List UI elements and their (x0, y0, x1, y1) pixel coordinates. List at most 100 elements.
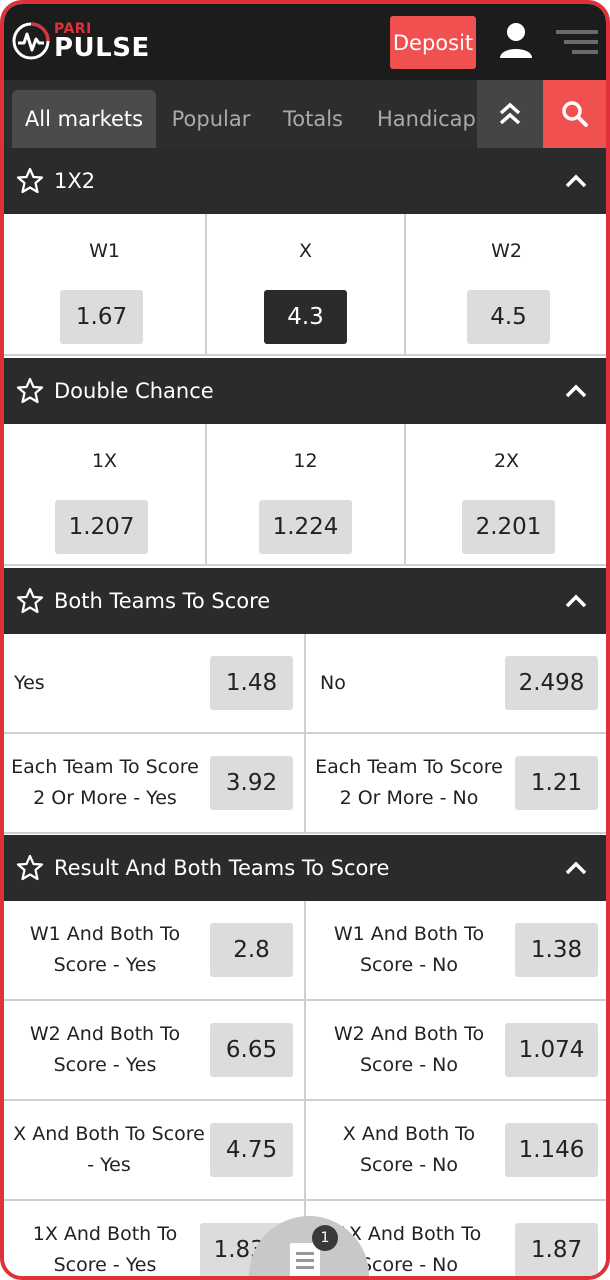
label-line: Score - No (360, 1054, 458, 1076)
collapse-all-button[interactable] (477, 80, 543, 148)
outcome-label: X And Both To Score - No (314, 1101, 504, 1199)
odd-button[interactable]: 1.67 (60, 290, 143, 344)
chevron-up-icon[interactable] (564, 170, 588, 192)
market-header-1x2[interactable]: 1X2 (4, 148, 606, 214)
market-tabs: All markets Popular Totals Handicaps (4, 80, 606, 148)
market-header-both-teams-to-score[interactable]: Both Teams To Score (4, 568, 606, 634)
label-line: W1 And Both To (29, 923, 181, 945)
outcome-label: W2 And Both To Score - Yes (10, 1001, 200, 1099)
label-line: Each Team To Score (315, 756, 503, 778)
star-icon[interactable] (16, 377, 44, 405)
outcome-label: Yes (14, 671, 45, 694)
outcome-label: X (298, 240, 313, 262)
outcome-label: No (320, 671, 346, 694)
outcome-label: Each Team To Score 2 Or More - Yes (10, 734, 200, 832)
deposit-button[interactable]: Deposit (390, 16, 476, 69)
odd-button[interactable]: 2.498 (505, 656, 598, 710)
outcome-cell: Yes 1.48 (4, 634, 306, 732)
label-line: 2 Or More - Yes (33, 787, 177, 809)
outcome-label: W2 And Both To Score - No (314, 1001, 504, 1099)
outcome-cell: W1 And Both To Score - No 1.38 (306, 901, 606, 999)
outcome-label: X And Both To Score - Yes (10, 1101, 208, 1199)
market-title: Both Teams To Score (54, 589, 271, 613)
label-line: Each Team To Score (11, 756, 199, 778)
outcome-label: 1X And Both To Score - Yes (10, 1201, 200, 1276)
market-row: Each Team To Score 2 Or More - Yes 3.92 E… (4, 734, 606, 834)
odd-button[interactable]: 2.201 (462, 500, 555, 554)
outcome-cell: X And Both To Score - Yes 4.75 (4, 1101, 306, 1199)
outcome-label: W1 And Both To Score - Yes (10, 901, 200, 999)
label-line: Score - No (359, 1254, 458, 1276)
label-line: Score - Yes (53, 1054, 157, 1076)
odd-button[interactable]: 6.65 (210, 1023, 293, 1077)
search-button[interactable] (543, 80, 606, 148)
betslip-count-badge: 1 (312, 1225, 338, 1251)
tab-totals[interactable]: Totals (270, 90, 356, 148)
label-line: Score - Yes (53, 1254, 157, 1276)
market-row: 1X 1.207 12 1.224 2X 2.201 (4, 424, 606, 566)
tab-all-markets[interactable]: All markets (12, 90, 156, 148)
label-line: X And Both To Score (13, 1123, 205, 1145)
outcome-label: Each Team To Score 2 Or More - No (314, 734, 504, 832)
odd-button[interactable]: 2.8 (210, 923, 293, 977)
odd-button[interactable]: 1.87 (515, 1223, 598, 1276)
odd-button[interactable]: 3.92 (210, 756, 293, 810)
odd-button[interactable]: 1.207 (55, 500, 148, 554)
chevron-up-icon[interactable] (564, 380, 588, 402)
app-frame: PARI PULSE Deposit All markets Popular T… (0, 0, 610, 1280)
market-header-result-and-btts[interactable]: Result And Both Teams To Score (4, 835, 606, 901)
outcome-cell: X 4.3 (205, 214, 406, 354)
market-title: Result And Both Teams To Score (54, 856, 390, 880)
market-header-double-chance[interactable]: Double Chance (4, 358, 606, 424)
odd-button[interactable]: 1.224 (259, 500, 352, 554)
tab-handicaps[interactable]: Handicaps (368, 90, 476, 148)
outcome-cell: 12 1.224 (205, 424, 406, 564)
tab-popular[interactable]: Popular (164, 90, 258, 148)
outcome-cell: W1 1.67 (4, 214, 205, 354)
outcome-cell: W2 And Both To Score - Yes 6.65 (4, 1001, 306, 1099)
outcome-label: 12 (293, 450, 318, 472)
outcome-label: 1X (91, 450, 118, 472)
star-icon[interactable] (16, 587, 44, 615)
odd-button[interactable]: 4.75 (210, 1123, 293, 1177)
outcome-label: W1 (89, 240, 120, 262)
odd-button-selected[interactable]: 4.3 (264, 290, 347, 344)
market-row: W1 And Both To Score - Yes 2.8 W1 And Bot… (4, 901, 606, 1001)
menu-icon[interactable] (556, 28, 598, 56)
label-line: W2 And Both To (29, 1023, 181, 1045)
odd-button[interactable]: 4.5 (467, 290, 550, 344)
market-row: Yes 1.48 No 2.498 (4, 634, 606, 734)
outcome-cell: 2X 2.201 (407, 424, 606, 564)
outcome-cell: X And Both To Score - No 1.146 (306, 1101, 606, 1199)
star-icon[interactable] (16, 854, 44, 882)
label-line: Score - No (359, 1154, 458, 1176)
odd-button[interactable]: 1.074 (505, 1023, 598, 1077)
outcome-label: 2X (493, 450, 520, 472)
label-line: W2 And Both To (333, 1023, 485, 1045)
chevron-up-icon[interactable] (564, 857, 588, 879)
odd-button[interactable]: 1.146 (505, 1123, 598, 1177)
odd-button[interactable]: 1.48 (210, 656, 293, 710)
odd-button[interactable]: 1.38 (515, 923, 598, 977)
market-row: W1 1.67 X 4.3 W2 4.5 (4, 214, 606, 356)
user-icon[interactable] (498, 22, 534, 60)
star-icon[interactable] (16, 167, 44, 195)
label-line: 1X And Both To (32, 1223, 178, 1245)
outcome-cell: W2 4.5 (407, 214, 606, 354)
odd-button[interactable]: 1.21 (515, 756, 598, 810)
outcome-cell: W1 And Both To Score - Yes 2.8 (4, 901, 306, 999)
outcome-cell: No 2.498 (306, 634, 606, 732)
logo-big-text: PULSE (54, 32, 150, 63)
outcome-cell: 1X 1.207 (4, 424, 205, 564)
chevron-up-icon[interactable] (564, 590, 588, 612)
label-line: Score - Yes (53, 954, 157, 976)
outcome-cell: Each Team To Score 2 Or More - No 1.21 (306, 734, 606, 832)
pari-pulse-logo[interactable]: PARI PULSE (12, 18, 150, 64)
market-title: Double Chance (54, 379, 214, 403)
label-line: Score - No (360, 954, 458, 976)
top-header: PARI PULSE Deposit (4, 4, 606, 80)
double-chevron-up-icon (499, 102, 521, 125)
label-line: 2 Or More - No (339, 787, 479, 809)
market-row: X And Both To Score - Yes 4.75 X And Both… (4, 1101, 606, 1201)
outcome-cell: Each Team To Score 2 Or More - Yes 3.92 (4, 734, 306, 832)
